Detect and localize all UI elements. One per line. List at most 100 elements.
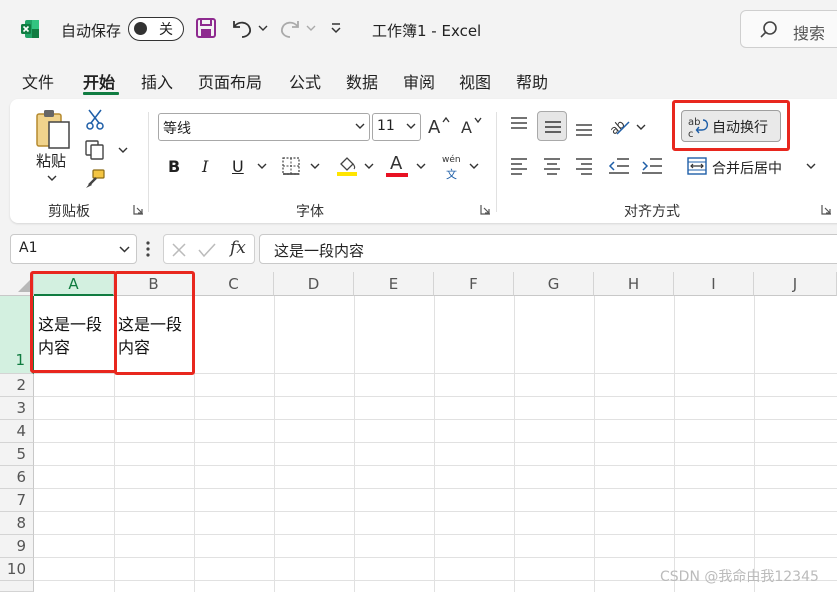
tab-data[interactable]: 数据	[346, 69, 378, 93]
name-box-value: A1	[19, 240, 38, 256]
underline-button[interactable]: U	[232, 157, 244, 176]
insert-function-button[interactable]: fx	[230, 238, 246, 258]
chevron-down-icon[interactable]	[257, 162, 267, 170]
row-header-1[interactable]: 1	[0, 296, 34, 374]
autosave-toggle[interactable]: 关	[128, 17, 184, 41]
column-header-f[interactable]: F	[434, 272, 514, 296]
borders-icon[interactable]	[281, 156, 301, 176]
paste-label[interactable]: 粘贴	[36, 150, 66, 171]
column-a-highlight	[30, 271, 117, 373]
phonetic-bottom[interactable]: 文	[446, 166, 457, 182]
undo-icon[interactable]	[230, 17, 254, 39]
font-name-combo[interactable]: 等线	[158, 113, 370, 141]
align-middle-button[interactable]	[537, 111, 567, 141]
chevron-down-icon[interactable]	[47, 174, 57, 182]
bold-button[interactable]: B	[168, 157, 180, 176]
search-box[interactable]: 搜索	[740, 10, 837, 48]
gridline	[34, 465, 837, 466]
paste-icon[interactable]	[33, 108, 73, 152]
enter-check-icon[interactable]	[198, 242, 216, 258]
row-header-4[interactable]: 4	[0, 420, 34, 443]
column-header-g[interactable]: G	[514, 272, 594, 296]
chevron-down-icon[interactable]	[636, 123, 646, 131]
merge-center-label[interactable]: 合并后居中	[712, 158, 782, 178]
chevron-down-icon[interactable]	[118, 146, 128, 154]
row-header-6[interactable]: 6	[0, 466, 34, 489]
fill-color-icon[interactable]	[335, 153, 359, 177]
row-header-2[interactable]: 2	[0, 374, 34, 397]
tab-review[interactable]: 审阅	[403, 69, 435, 93]
row-header-5[interactable]: 5	[0, 443, 34, 466]
more-options-icon[interactable]	[145, 240, 151, 258]
increase-font-size-icon[interactable]: A	[428, 116, 450, 136]
gridline	[354, 296, 355, 592]
gridline	[34, 534, 837, 535]
chevron-down-icon[interactable]	[806, 162, 816, 170]
row-header-9[interactable]: 9	[0, 535, 34, 558]
font-size-combo[interactable]: 11	[372, 113, 421, 141]
row-header-10[interactable]: 10	[0, 558, 34, 581]
chevron-down-icon[interactable]	[469, 162, 479, 170]
column-header-d[interactable]: D	[274, 272, 354, 296]
column-header-i[interactable]: I	[674, 272, 754, 296]
font-group-label: 字体	[296, 204, 324, 220]
align-left-icon[interactable]	[508, 156, 530, 176]
orientation-icon[interactable]: ab	[607, 114, 633, 138]
gridline	[594, 296, 595, 592]
phonetic-top[interactable]: wén	[442, 155, 461, 165]
row-header-8[interactable]: 8	[0, 512, 34, 535]
dialog-launcher-icon[interactable]	[821, 204, 832, 215]
gridline	[34, 396, 837, 397]
chevron-down-icon	[355, 123, 365, 129]
align-center-icon[interactable]	[541, 156, 563, 176]
row-header-11[interactable]	[0, 581, 34, 592]
column-header-c[interactable]: C	[194, 272, 274, 296]
tab-page-layout[interactable]: 页面布局	[198, 69, 262, 93]
format-painter-icon[interactable]	[84, 168, 106, 190]
merge-center-icon[interactable]	[686, 156, 708, 176]
cancel-icon[interactable]	[171, 242, 187, 258]
align-top-icon[interactable]	[508, 115, 530, 135]
formula-input[interactable]: 这是一段内容	[259, 234, 837, 264]
copy-icon[interactable]	[84, 139, 106, 161]
chevron-down-icon[interactable]	[364, 162, 374, 170]
formula-actions: fx	[163, 234, 255, 264]
tab-formulas[interactable]: 公式	[289, 69, 321, 93]
excel-logo-icon	[21, 20, 39, 38]
customize-toolbar-icon[interactable]	[330, 22, 342, 36]
save-icon[interactable]	[195, 17, 217, 39]
align-middle-icon	[545, 121, 561, 133]
gridline	[674, 296, 675, 592]
chevron-down-icon[interactable]	[416, 162, 426, 170]
clipboard-group-label: 剪贴板	[48, 204, 90, 220]
increase-indent-icon[interactable]	[640, 156, 664, 176]
chevron-down-icon[interactable]	[258, 24, 268, 32]
align-right-icon[interactable]	[573, 156, 595, 176]
font-color-glyph[interactable]: A	[390, 153, 402, 174]
redo-icon[interactable]	[278, 17, 302, 39]
tab-home[interactable]: 开始	[83, 69, 115, 93]
decrease-indent-icon[interactable]	[607, 156, 631, 176]
name-box[interactable]: A1	[10, 234, 137, 264]
tab-insert[interactable]: 插入	[141, 69, 173, 93]
align-bottom-icon[interactable]	[573, 117, 595, 137]
decrease-font-size-icon[interactable]: A	[461, 116, 483, 136]
row-header-3[interactable]: 3	[0, 397, 34, 420]
chevron-down-icon[interactable]	[306, 24, 316, 32]
tab-help[interactable]: 帮助	[516, 69, 548, 93]
font-size-value: 11	[377, 118, 395, 134]
chevron-down-icon[interactable]	[310, 162, 320, 170]
dialog-launcher-icon[interactable]	[480, 204, 491, 215]
select-all-corner[interactable]	[0, 272, 34, 296]
active-tab-indicator	[83, 92, 119, 95]
tab-file[interactable]: 文件	[22, 69, 54, 93]
row-header-7[interactable]: 7	[0, 489, 34, 512]
group-separator	[496, 112, 497, 212]
column-header-e[interactable]: E	[354, 272, 434, 296]
italic-button[interactable]: I	[202, 157, 208, 176]
column-header-h[interactable]: H	[594, 272, 674, 296]
cut-icon[interactable]	[85, 108, 105, 130]
column-header-j[interactable]: J	[754, 272, 837, 296]
tab-view[interactable]: 视图	[459, 69, 491, 93]
dialog-launcher-icon[interactable]	[133, 204, 144, 215]
